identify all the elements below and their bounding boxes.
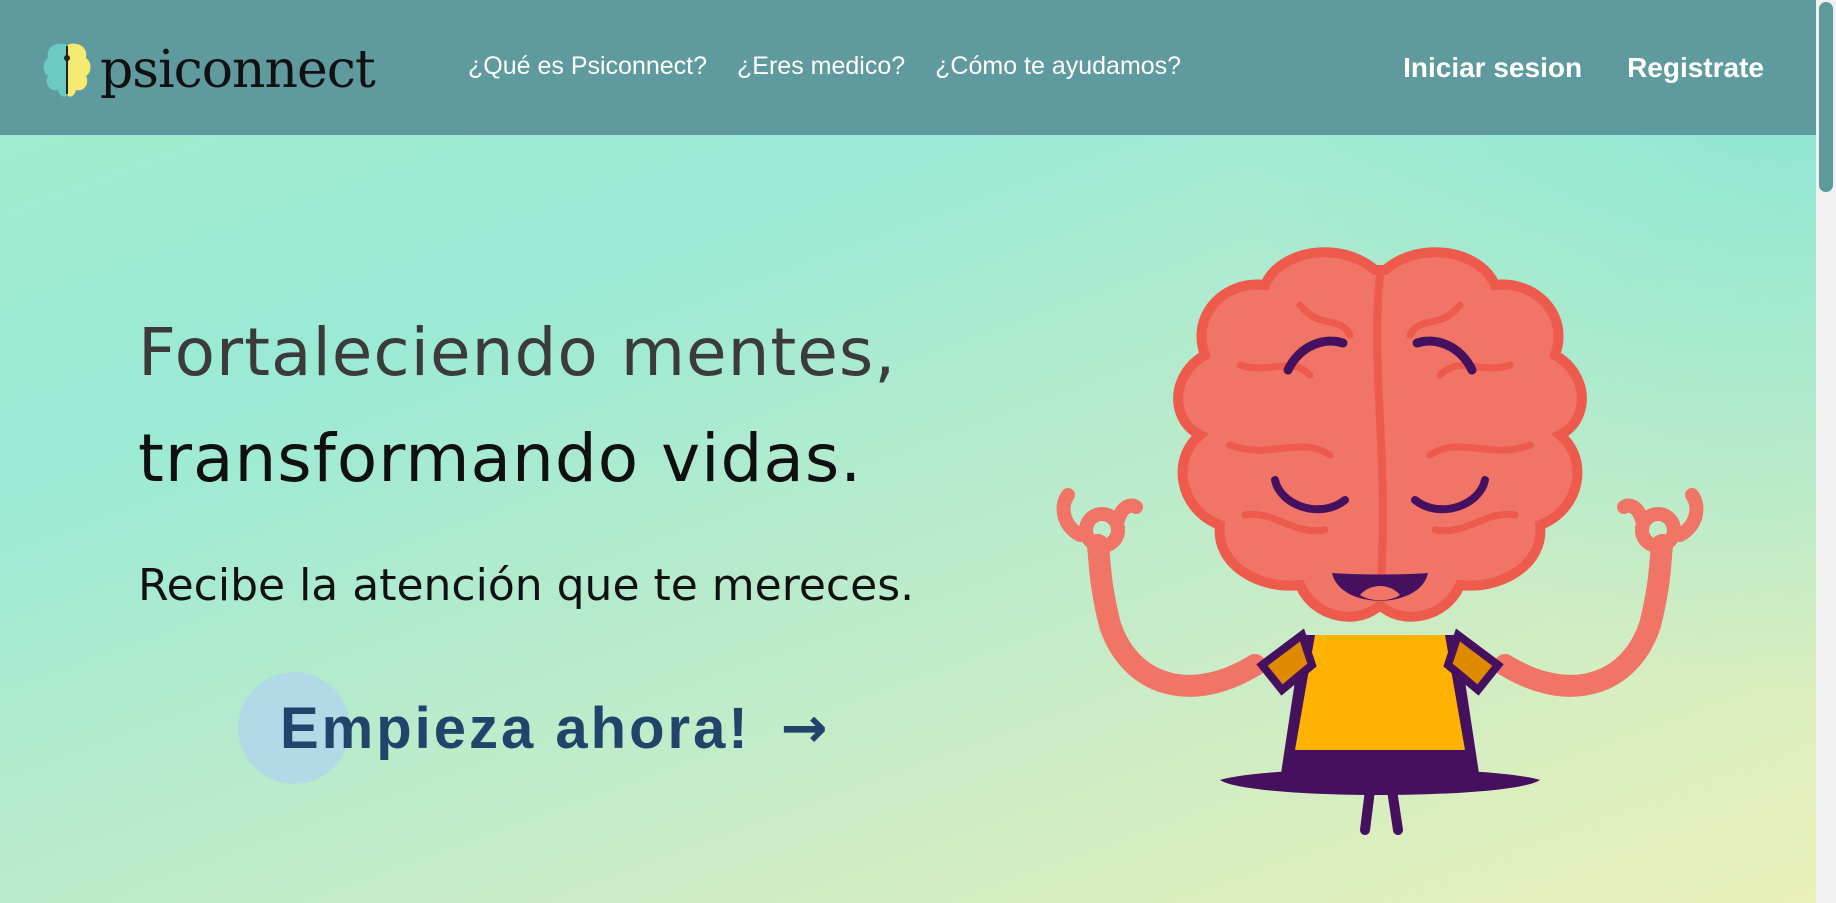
- arrow-right-icon: →: [780, 695, 828, 761]
- start-now-button[interactable]: Empieza ahora! →: [238, 672, 828, 784]
- feet: [1360, 785, 1403, 835]
- brand-logo-link[interactable]: psiconnect: [40, 30, 376, 110]
- nav-link-que-es[interactable]: ¿Qué es Psiconnect?: [468, 52, 707, 81]
- meditating-brain-illustration: [1056, 247, 1704, 835]
- brand-name: psiconnect: [100, 40, 376, 100]
- hero-title: Fortaleciendo mentes, transformando vida…: [138, 300, 896, 512]
- shirt: [1295, 635, 1465, 750]
- auth-links: Iniciar sesion Registrate: [1403, 52, 1764, 84]
- main-nav: ¿Qué es Psiconnect? ¿Eres medico? ¿Cómo …: [468, 52, 1181, 81]
- brain-head: [1173, 247, 1587, 622]
- scrollbar-thumb[interactable]: [1819, 2, 1833, 192]
- nav-link-como-ayudamos[interactable]: ¿Cómo te ayudamos?: [935, 52, 1181, 81]
- page: psiconnect ¿Qué es Psiconnect? ¿Eres med…: [0, 0, 1816, 903]
- brain-logo-icon: [43, 43, 91, 97]
- top-navbar: psiconnect ¿Qué es Psiconnect? ¿Eres med…: [0, 0, 1816, 135]
- hero-title-line2: transformando vidas.: [138, 420, 863, 497]
- hero-subtitle: Recibe la atención que te mereces.: [138, 560, 915, 611]
- hero-title-line1: Fortaleciendo mentes,: [138, 314, 897, 391]
- register-link[interactable]: Registrate: [1627, 52, 1764, 84]
- start-now-label: Empieza ahora!: [280, 695, 751, 761]
- vertical-scrollbar[interactable]: [1816, 0, 1836, 903]
- login-link[interactable]: Iniciar sesion: [1403, 52, 1582, 84]
- nav-link-eres-medico[interactable]: ¿Eres medico?: [737, 52, 905, 81]
